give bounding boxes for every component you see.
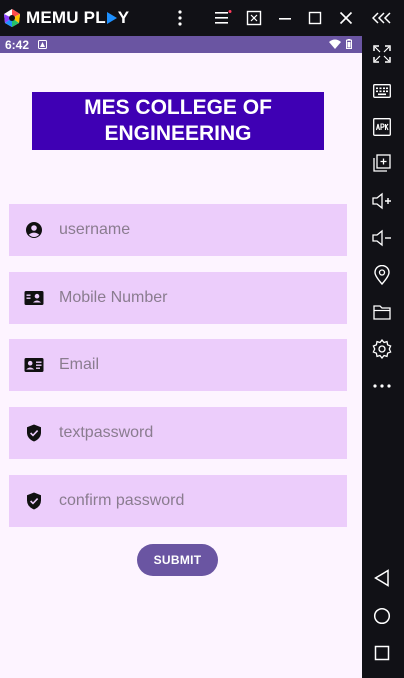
shield-check-icon — [24, 491, 44, 511]
status-bar: 6:42 — [0, 36, 362, 53]
username-input[interactable] — [59, 210, 329, 250]
submit-button[interactable]: SUBMIT — [137, 544, 218, 576]
volume-down-icon[interactable] — [371, 227, 393, 249]
memu-logo-icon — [4, 9, 20, 27]
app-brand-name: MEMU PL Y — [26, 8, 129, 28]
multi-instance-icon[interactable] — [371, 152, 393, 174]
more-vert-icon[interactable] — [171, 9, 189, 27]
more-horizontal-icon[interactable] — [371, 375, 393, 397]
minimize-icon[interactable] — [276, 9, 294, 27]
menu-icon[interactable] — [214, 9, 232, 27]
keyboard-icon[interactable] — [371, 80, 393, 102]
mobile-number-field[interactable] — [9, 272, 347, 324]
notification-icon — [38, 40, 48, 49]
email-input[interactable] — [59, 345, 329, 385]
password-field[interactable] — [9, 407, 347, 459]
location-icon[interactable] — [371, 264, 393, 286]
play-triangle-icon — [106, 12, 117, 24]
brand-text-part1: MEMU PL — [26, 8, 106, 27]
battery-icon — [346, 39, 352, 49]
status-clock: 6:42 — [5, 37, 30, 52]
home-icon[interactable] — [371, 605, 393, 627]
collapse-sidebar-icon[interactable] — [371, 9, 393, 27]
contact-mail-icon — [24, 355, 44, 375]
maximize-icon[interactable] — [306, 9, 324, 27]
contact-card-icon — [24, 288, 44, 308]
apk-install-icon[interactable] — [371, 116, 393, 138]
recent-apps-icon[interactable] — [371, 642, 393, 664]
back-icon[interactable] — [371, 567, 393, 589]
email-field[interactable] — [9, 339, 347, 391]
brand-text-part2: Y — [117, 8, 130, 27]
android-screen: 6:42 MES COLLEGE OF ENGINEERING username… — [0, 36, 362, 678]
confirm-password-field[interactable] — [9, 475, 347, 527]
settings-gear-icon[interactable] — [371, 338, 393, 360]
password-input[interactable] — [59, 413, 329, 453]
username-field[interactable] — [9, 204, 347, 256]
emulator-titlebar: MEMU PL Y — [0, 0, 404, 36]
college-header: MES COLLEGE OF ENGINEERING — [32, 92, 324, 150]
volume-up-icon[interactable] — [371, 190, 393, 212]
fullscreen-icon[interactable] — [371, 43, 393, 65]
wifi-icon — [329, 39, 341, 49]
shared-folder-icon[interactable] — [371, 301, 393, 323]
screen-toggle-icon[interactable] — [245, 9, 263, 27]
confirm-password-input[interactable] — [59, 481, 329, 521]
shield-check-icon — [24, 423, 44, 443]
account-circle-icon — [24, 220, 44, 240]
close-icon[interactable] — [337, 9, 355, 27]
mobile-number-input[interactable] — [59, 278, 329, 318]
emulator-sidebar — [362, 36, 404, 678]
status-indicators — [329, 39, 352, 49]
memu-logo: MEMU PL Y — [2, 8, 129, 28]
